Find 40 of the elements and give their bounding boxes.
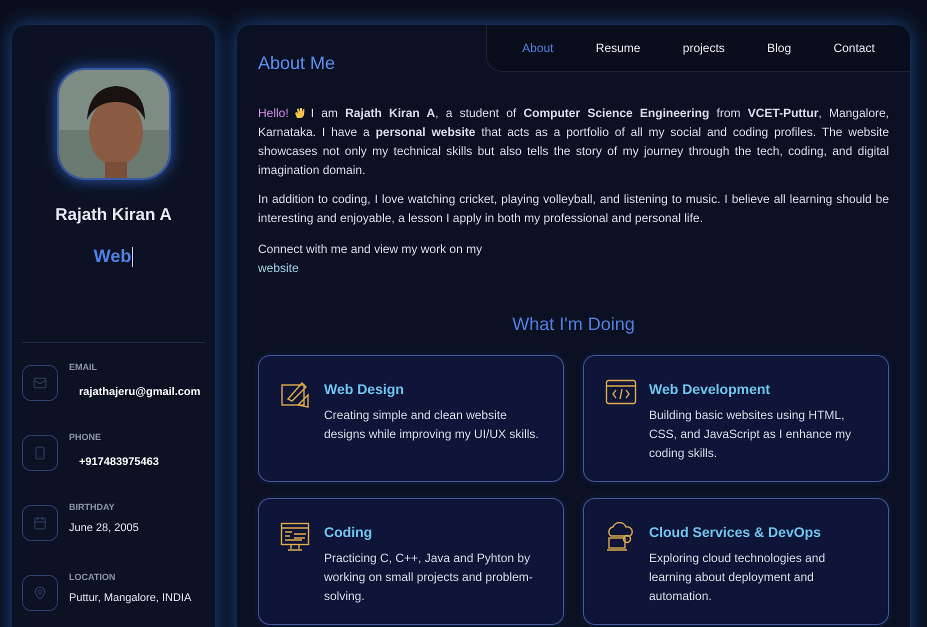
text-cursor	[132, 246, 134, 267]
code-monitor-icon	[280, 522, 310, 552]
service-description: Creating simple and clean website designs while improving my UI/UX skills.	[324, 407, 540, 443]
service-description: Practicing C, C++, Java and Pyhton by working on small projects and problem-solving.	[324, 550, 534, 605]
greeting: Hello!	[258, 106, 289, 120]
cloud-laptop-icon	[605, 522, 635, 552]
code-window-icon	[605, 379, 637, 405]
location-pin-icon	[33, 586, 47, 600]
nav-tab[interactable]: Blog	[767, 39, 792, 57]
contact-value: +917483975463	[79, 454, 159, 470]
typed-role: Web	[94, 245, 132, 268]
contact-label: LOCATION	[69, 571, 116, 584]
service-title: Web Design	[324, 380, 405, 399]
section-title: About Me	[258, 52, 336, 75]
contact-value: June 28, 2005	[69, 520, 139, 536]
nav-tab[interactable]: Resume	[596, 39, 640, 57]
service-description: Exploring cloud technologies and learning about deployment and automation.	[649, 550, 826, 605]
nav-tab[interactable]: Contact	[833, 39, 875, 57]
website-link[interactable]: website	[258, 259, 299, 278]
envelope-icon	[33, 376, 47, 390]
calendar-icon	[33, 516, 47, 530]
contact-label: PHONE	[69, 431, 102, 444]
connect-text: Connect with me and view my work on my	[258, 241, 484, 258]
drafting-icon	[280, 379, 310, 409]
contact-label: BIRTHDAY	[69, 501, 116, 514]
nav-tab[interactable]: projects	[682, 39, 725, 57]
phone-icon	[33, 446, 47, 460]
nav-tab[interactable]: About	[522, 39, 554, 57]
contact-value: Puttur, Mangalore, INDIA	[69, 590, 192, 606]
service-title: Cloud Services & DevOps	[649, 523, 822, 542]
about-paragraph: In addition to coding, I love watching cricket, playing volleyball, and listening to music. I believe all learning should be interesting and enjoyable, a lesson I apply in both my professional and personal life.	[258, 191, 889, 227]
contact-value: rajathajeru@gmail.com	[79, 384, 200, 400]
profile-name: Rajath Kiran A	[54, 204, 173, 226]
about-paragraph: Hello! I am Rajath Kiran A, a student of Computer Science Engineering from VCET-Puttur, Mangalore, Karnataka. I have a personal website that acts as a portfolio of all my social and coding profiles. The website showcases not only my technical skills but also tells the story of my journey through the tech, coding, and digital imagination domain.	[258, 105, 889, 179]
section-title: What I'm Doing	[511, 313, 636, 336]
service-title: Web Development	[649, 380, 772, 399]
service-title: Coding	[324, 523, 374, 542]
service-description: Building basic websites using HTML, CSS, and JavaScript as I enhance my coding skills.	[649, 407, 852, 462]
contact-label: EMAIL	[69, 361, 98, 374]
waving-hand-icon	[294, 107, 306, 119]
